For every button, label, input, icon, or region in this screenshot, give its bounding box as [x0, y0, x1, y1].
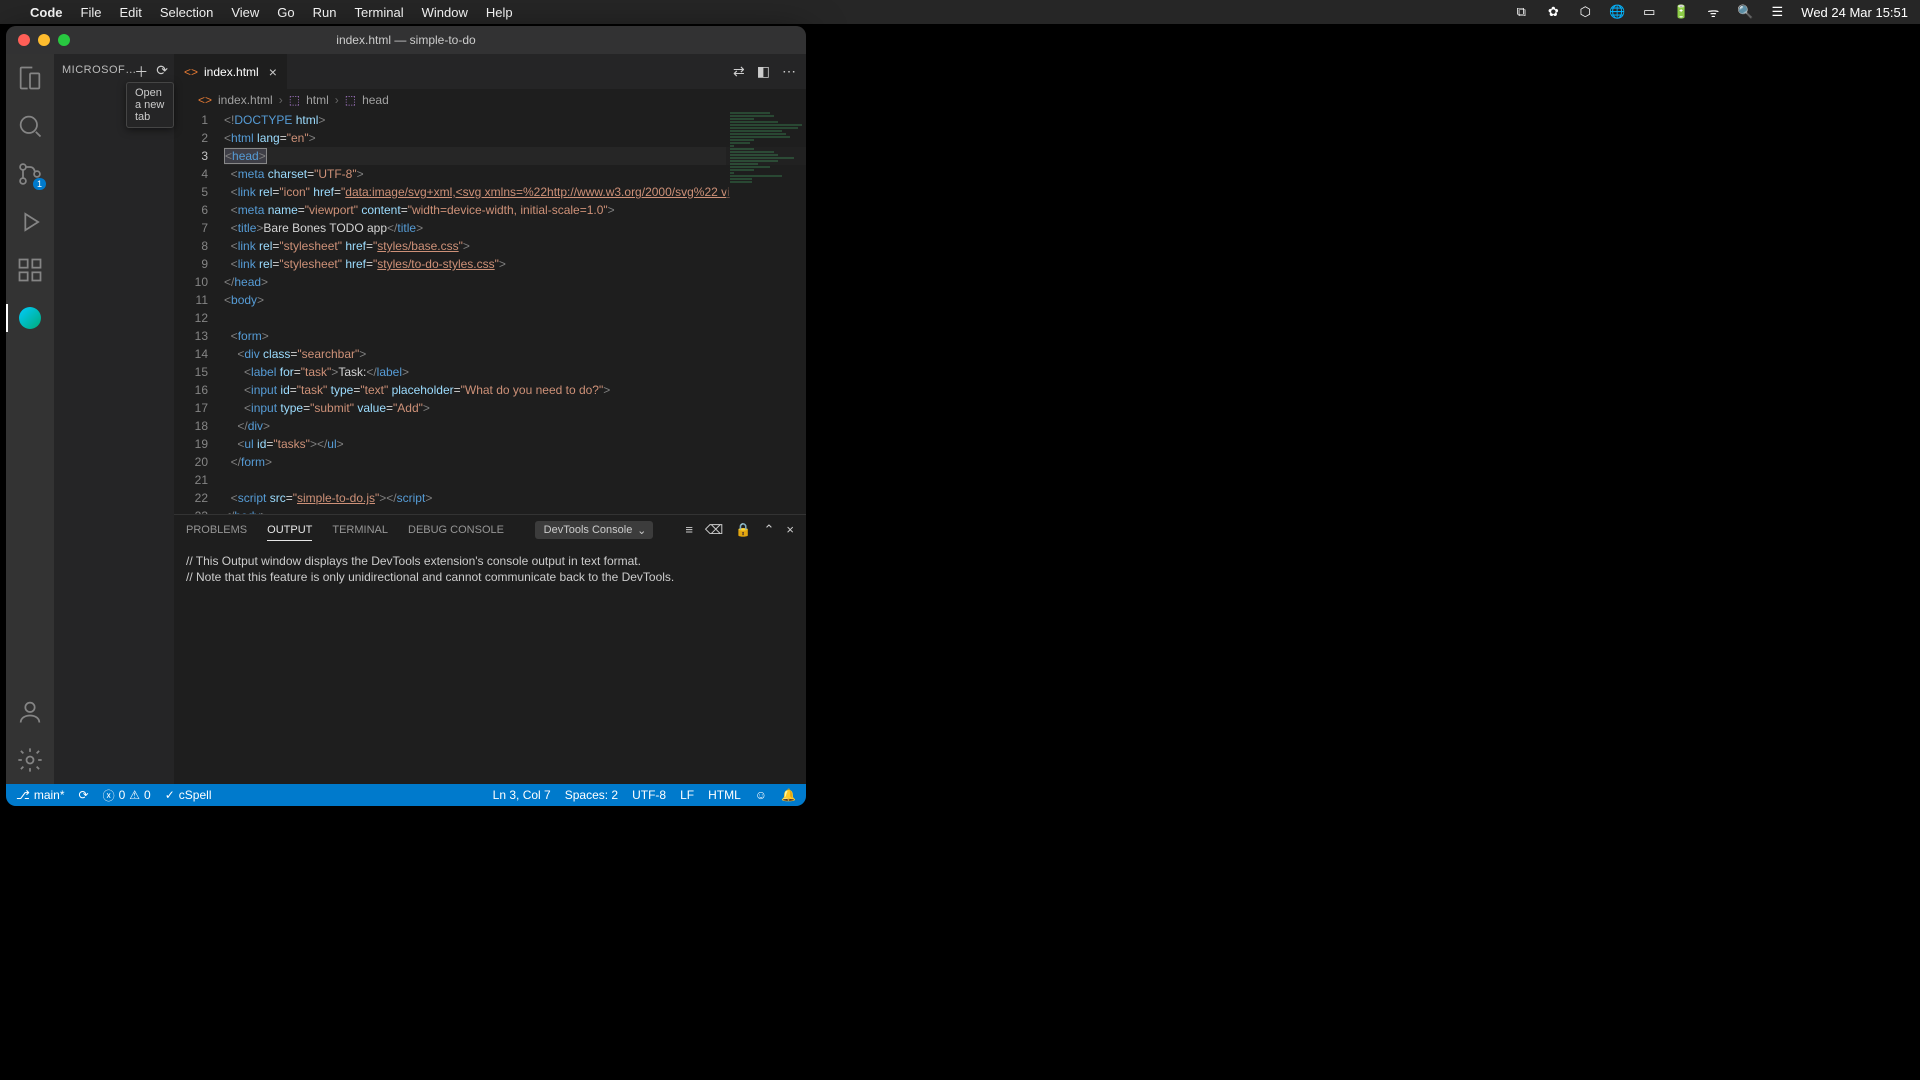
code-content[interactable]: <!DOCTYPE html><html lang="en"><head> <m… — [224, 111, 806, 514]
filter-icon[interactable]: ≡ — [685, 522, 693, 538]
status-branch[interactable]: ⎇ main* — [16, 788, 65, 802]
extensions-icon[interactable] — [16, 256, 44, 284]
window-minimize-button[interactable] — [38, 34, 50, 46]
symbol-icon: ⬚ — [345, 93, 356, 107]
lock-scroll-icon[interactable]: 🔒 — [735, 522, 751, 538]
more-actions-icon[interactable]: ⋯ — [782, 63, 796, 80]
macos-menubar: Code File Edit Selection View Go Run Ter… — [0, 0, 1920, 24]
app-name[interactable]: Code — [30, 5, 63, 20]
status-bar: ⎇ main* ⟳ ⓧ 0 ⚠ 0 ✓ cSpell Ln 3, Col 7 S… — [6, 784, 806, 806]
tab-problems[interactable]: PROBLEMS — [186, 520, 247, 540]
status-problems[interactable]: ⓧ 0 ⚠ 0 — [103, 787, 151, 804]
new-tab-icon[interactable]: ＋ — [134, 62, 148, 82]
display-icon[interactable]: ▭ — [1641, 4, 1657, 20]
status-bell-icon[interactable]: 🔔 — [781, 788, 796, 802]
settings-gear-icon[interactable] — [16, 746, 44, 774]
compare-changes-icon[interactable]: ⇄ — [733, 63, 745, 80]
chevron-right-icon: › — [279, 93, 283, 107]
menu-view[interactable]: View — [231, 5, 259, 20]
sidebar: MICROSOF… ＋ ⟳ Open a new tab — [54, 54, 174, 784]
vpn-icon[interactable]: 🌐 — [1609, 4, 1625, 20]
sync-icon[interactable]: ✿ — [1545, 4, 1561, 20]
editor-tabs: <> index.html × ⇄ ◧ ⋯ — [174, 54, 806, 89]
battery-icon[interactable]: 🔋 — [1673, 4, 1689, 20]
status-encoding[interactable]: UTF-8 — [632, 788, 666, 802]
source-control-icon[interactable]: 1 — [16, 160, 44, 188]
bottom-panel: PROBLEMS OUTPUT TERMINAL DEBUG CONSOLE D… — [174, 514, 806, 784]
output-channel-dropdown[interactable]: DevTools Console — [535, 521, 654, 539]
activity-bar: 1 — [6, 54, 54, 784]
spotlight-icon[interactable]: 🔍 — [1737, 4, 1753, 20]
symbol-icon: ⬚ — [289, 93, 300, 107]
window-maximize-button[interactable] — [58, 34, 70, 46]
menu-edit[interactable]: Edit — [119, 5, 141, 20]
html-file-icon: <> — [198, 93, 212, 107]
output-line: // Note that this feature is only unidir… — [186, 569, 794, 585]
tooltip: Open a new tab — [126, 82, 174, 128]
tab-index-html[interactable]: <> index.html × — [174, 54, 288, 89]
titlebar: index.html — simple-to-do — [6, 26, 806, 54]
status-spaces[interactable]: Spaces: 2 — [565, 788, 618, 802]
tab-debug-console[interactable]: DEBUG CONSOLE — [408, 520, 504, 540]
menu-selection[interactable]: Selection — [160, 5, 213, 20]
scm-badge: 1 — [33, 178, 46, 190]
menu-file[interactable]: File — [81, 5, 102, 20]
window-title: index.html — simple-to-do — [6, 33, 806, 47]
tab-terminal[interactable]: TERMINAL — [332, 520, 388, 540]
tab-close-icon[interactable]: × — [269, 64, 277, 80]
menu-terminal[interactable]: Terminal — [355, 5, 404, 20]
tab-label: index.html — [204, 65, 259, 79]
status-feedback-icon[interactable]: ☺ — [755, 788, 767, 802]
explorer-icon[interactable] — [16, 64, 44, 92]
tab-output[interactable]: OUTPUT — [267, 520, 312, 541]
status-cursor[interactable]: Ln 3, Col 7 — [493, 788, 551, 802]
window-close-button[interactable] — [18, 34, 30, 46]
maximize-panel-icon[interactable]: ⌃ — [764, 522, 775, 538]
status-language[interactable]: HTML — [708, 788, 741, 802]
breadcrumb[interactable]: <> index.html › ⬚ html › ⬚ head — [174, 89, 806, 111]
wifi-icon[interactable]: ᯤ — [1705, 4, 1721, 20]
dropbox-icon[interactable]: ⬡ — [1577, 4, 1593, 20]
status-eol[interactable]: LF — [680, 788, 694, 802]
menu-help[interactable]: Help — [486, 5, 513, 20]
status-sync[interactable]: ⟳ — [79, 788, 89, 802]
split-editor-icon[interactable]: ◧ — [757, 63, 770, 80]
minimap[interactable] — [726, 111, 806, 514]
breadcrumb-html[interactable]: html — [306, 93, 329, 107]
clear-output-icon[interactable]: ⌫ — [705, 522, 723, 538]
breadcrumb-file[interactable]: index.html — [218, 93, 273, 107]
control-center-icon[interactable]: ☰ — [1769, 4, 1785, 20]
menu-go[interactable]: Go — [277, 5, 294, 20]
output-body[interactable]: // This Output window displays the DevTo… — [174, 545, 806, 784]
vscode-window: index.html — simple-to-do 1 MICROSOF… ＋ … — [6, 26, 806, 806]
line-numbers: 123456789101112131415161718192021222324 — [174, 111, 224, 514]
menubar-datetime[interactable]: Wed 24 Mar 15:51 — [1801, 5, 1908, 20]
menu-run[interactable]: Run — [313, 5, 337, 20]
code-editor[interactable]: 123456789101112131415161718192021222324 … — [174, 111, 806, 514]
output-line: // This Output window displays the DevTo… — [186, 553, 794, 569]
run-debug-icon[interactable] — [16, 208, 44, 236]
menu-window[interactable]: Window — [422, 5, 468, 20]
search-icon[interactable] — [16, 112, 44, 140]
editor-group: <> index.html × ⇄ ◧ ⋯ <> index.html › ⬚ … — [174, 54, 806, 784]
status-cspell[interactable]: ✓ cSpell — [165, 788, 212, 802]
chevron-right-icon: › — [335, 93, 339, 107]
refresh-icon[interactable]: ⟳ — [156, 62, 168, 82]
breadcrumb-head[interactable]: head — [362, 93, 389, 107]
screenshare-icon[interactable]: ⧉ — [1513, 4, 1529, 20]
html-file-icon: <> — [184, 65, 198, 79]
accounts-icon[interactable] — [16, 698, 44, 726]
close-panel-icon[interactable]: × — [786, 522, 794, 538]
edge-tools-icon[interactable] — [16, 304, 44, 332]
panel-tabs: PROBLEMS OUTPUT TERMINAL DEBUG CONSOLE D… — [174, 515, 806, 545]
